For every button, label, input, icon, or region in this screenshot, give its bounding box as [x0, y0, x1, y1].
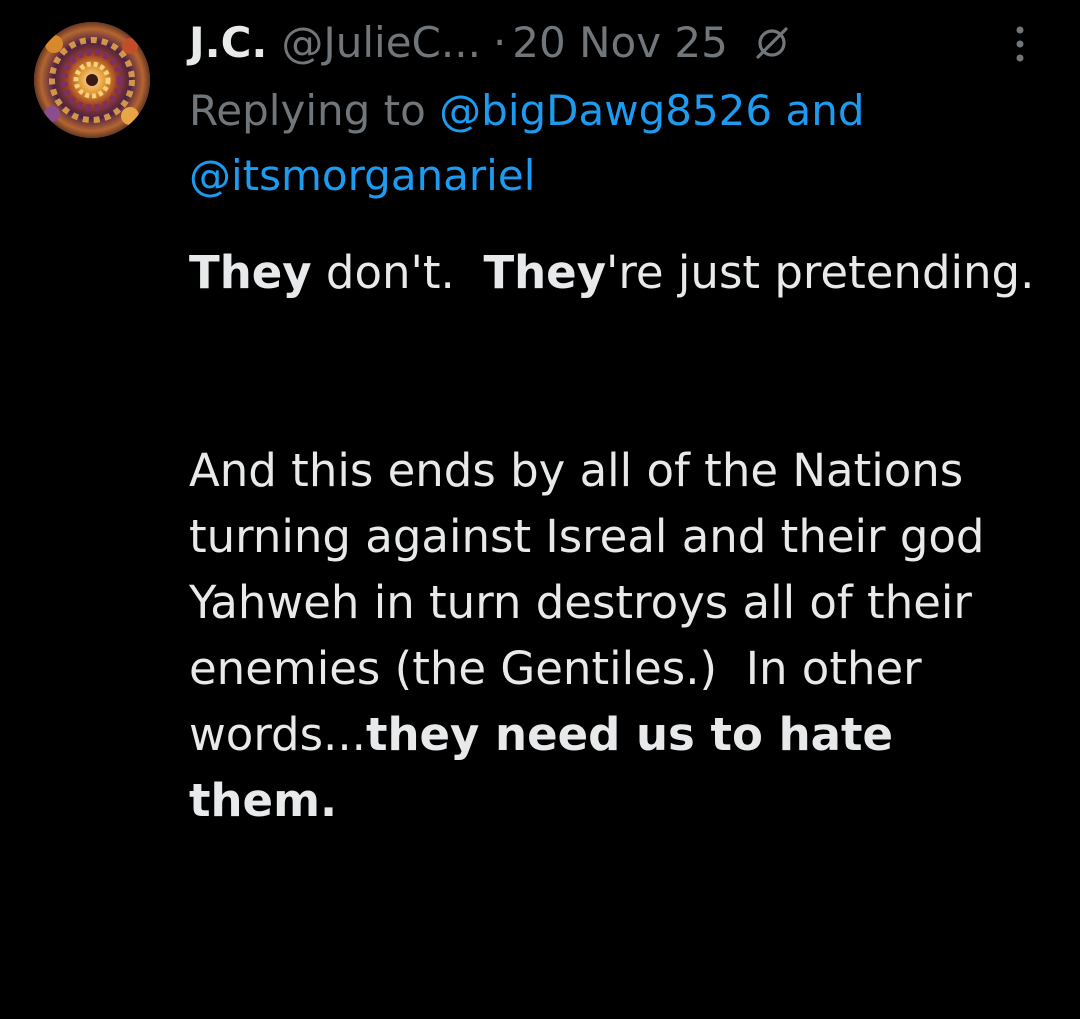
tweet-text: They don't. They're just pretending. And… — [189, 240, 1049, 834]
header-separator: · — [492, 18, 507, 67]
tweet-header: J.C. @JulieC... · 20 Nov 25 — [189, 12, 792, 74]
tweet-paragraph: They don't. They're just pretending. — [189, 240, 1049, 306]
circle-slash-icon — [756, 27, 788, 59]
tweet-date[interactable]: 20 Nov 25 — [512, 12, 728, 74]
bold-text: They — [483, 246, 607, 299]
avatar[interactable] — [34, 22, 150, 138]
mention-link[interactable]: @bigDawg8526 — [439, 86, 772, 135]
fractal-flower-avatar-icon — [34, 22, 150, 138]
replying-to: Replying to @bigDawg8526 and @itsmorgana… — [189, 78, 1049, 208]
tweet-text-span: 're just pretending. — [606, 246, 1035, 299]
tweet-paragraph: And this ends by all of the Nations turn… — [189, 438, 1049, 834]
mention-link[interactable]: @itsmorganariel — [189, 151, 535, 200]
tweet-text-span: don't. — [311, 246, 484, 299]
bold-text: They — [189, 246, 312, 299]
author-handle[interactable]: @JulieC... — [281, 12, 481, 74]
replying-prefix: Replying to — [189, 86, 426, 135]
author-name[interactable]: J.C. — [189, 12, 267, 74]
more-options-icon[interactable] — [1008, 20, 1032, 68]
replying-and: and — [785, 86, 865, 135]
